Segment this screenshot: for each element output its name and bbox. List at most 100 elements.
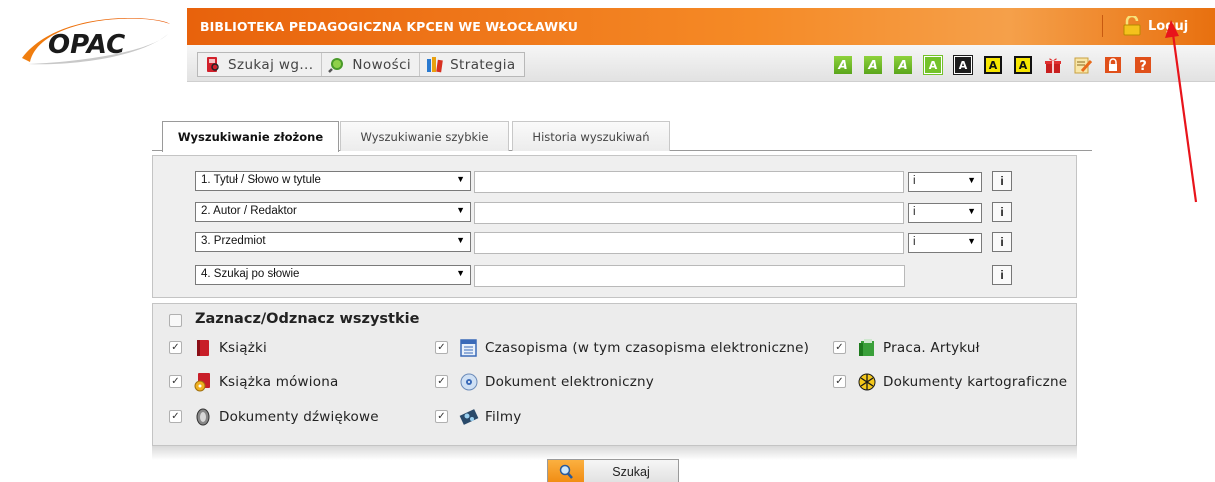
doctype-audiobook: ✓ Książka mówiona bbox=[169, 371, 338, 393]
field-select-value: 2. Autor / Redaktor bbox=[201, 205, 297, 217]
toggle-all-label: Zaznacz/Odznacz wszystkie bbox=[195, 311, 420, 327]
svg-text:?: ? bbox=[1139, 59, 1147, 74]
criteria-text-input[interactable] bbox=[474, 202, 904, 224]
menu-item-new-arrivals[interactable]: Nowości bbox=[322, 53, 421, 76]
contrast-black-yellow-button[interactable]: A bbox=[984, 56, 1002, 74]
criteria-text-input[interactable] bbox=[474, 232, 904, 254]
doctype-books: ✓ Książki bbox=[169, 337, 267, 359]
books-stack-icon bbox=[427, 57, 443, 73]
info-button[interactable]: i bbox=[992, 232, 1012, 252]
field-select-value: 4. Szukaj po słowie bbox=[201, 268, 300, 280]
doctype-checkbox[interactable]: ✓ bbox=[435, 375, 448, 388]
field-select[interactable]: 1. Tytuł / Słowo w tytule ▼ bbox=[195, 171, 471, 191]
logo-text: OPAC bbox=[48, 30, 125, 60]
doctype-label: Książki bbox=[219, 340, 267, 356]
criteria-text-input[interactable] bbox=[474, 265, 905, 287]
search-tabs: Wyszukiwanie złożone Wyszukiwanie szybki… bbox=[152, 121, 1092, 152]
criteria-row: 1. Tytuł / Słowo w tytule ▼ i ▼ i bbox=[153, 171, 1076, 193]
contrast-black-white-button[interactable]: A bbox=[953, 55, 973, 75]
criteria-text-input[interactable] bbox=[474, 171, 904, 193]
toolbar: Szukaj wg... Nowości Strategia A A A A A… bbox=[187, 45, 1215, 82]
search-icon bbox=[548, 460, 584, 482]
speaker-icon bbox=[196, 408, 210, 426]
operator-select-value: i bbox=[913, 175, 916, 187]
operator-select[interactable]: i ▼ bbox=[908, 172, 982, 192]
menu-item-search-by[interactable]: Szukaj wg... bbox=[198, 53, 323, 76]
book-red-icon bbox=[197, 340, 209, 356]
menu-item-label: Nowości bbox=[352, 56, 412, 73]
annotation-arrow-icon bbox=[1165, 20, 1198, 203]
gift-icon[interactable] bbox=[1044, 56, 1062, 74]
operator-select-value: i bbox=[913, 236, 916, 248]
search-button[interactable]: Szukaj bbox=[547, 459, 679, 482]
lock-icon[interactable] bbox=[1104, 56, 1122, 74]
dropdown-arrow-icon: ▼ bbox=[456, 205, 465, 215]
opac-logo-graphic: OPAC bbox=[22, 18, 170, 65]
field-select-value: 1. Tytuł / Słowo w tytule bbox=[201, 174, 321, 186]
doctype-checkbox[interactable]: ✓ bbox=[833, 341, 846, 354]
dropdown-arrow-icon: ▼ bbox=[967, 175, 976, 185]
field-select[interactable]: 2. Autor / Redaktor ▼ bbox=[195, 202, 471, 222]
help-icon[interactable]: ? bbox=[1134, 56, 1152, 74]
font-size-small-button[interactable]: A bbox=[834, 56, 852, 74]
contrast-default-button[interactable]: A bbox=[923, 55, 943, 75]
criteria-row: 2. Autor / Redaktor ▼ i ▼ i bbox=[153, 202, 1076, 224]
doctype-checkbox[interactable]: ✓ bbox=[833, 375, 846, 388]
doctype-cartographic: ✓ Dokumenty kartograficzne bbox=[833, 371, 1067, 393]
operator-select-value: i bbox=[913, 206, 916, 218]
doctype-label: Czasopisma (w tym czasopisma elektronicz… bbox=[485, 340, 810, 356]
login-separator bbox=[1102, 15, 1103, 37]
book-search-icon bbox=[207, 57, 219, 72]
doctype-label: Dokumenty kartograficzne bbox=[883, 374, 1068, 390]
tab-search-history[interactable]: Historia wyszukiwań bbox=[512, 121, 670, 151]
info-button[interactable]: i bbox=[992, 171, 1012, 191]
menu-item-label: Strategia bbox=[450, 56, 516, 73]
green-binder-icon bbox=[859, 339, 874, 356]
info-button[interactable]: i bbox=[992, 265, 1012, 285]
font-size-large-button[interactable]: A bbox=[894, 56, 912, 74]
doctype-checkbox[interactable]: ✓ bbox=[169, 341, 182, 354]
document-types-panel: Zaznacz/Odznacz wszystkie ✓ Książki ✓ Cz… bbox=[152, 303, 1077, 446]
doctype-electronic: ✓ Dokument elektroniczny bbox=[435, 371, 654, 393]
operator-select[interactable]: i ▼ bbox=[908, 233, 982, 253]
tab-quick-search[interactable]: Wyszukiwanie szybkie bbox=[340, 121, 509, 151]
dropdown-arrow-icon: ▼ bbox=[456, 268, 465, 278]
doctype-label: Praca. Artykuł bbox=[883, 340, 980, 356]
info-button[interactable]: i bbox=[992, 202, 1012, 222]
cd-disc-icon bbox=[460, 373, 478, 391]
header-bar: BIBLIOTEKA PEDAGOGICZNA KPCEN WE WŁOCŁAW… bbox=[187, 8, 1215, 45]
doctype-checkbox[interactable]: ✓ bbox=[169, 410, 182, 423]
contrast-yellow-black-button[interactable]: A bbox=[1014, 56, 1032, 74]
criteria-row: 4. Szukaj po słowie ▼ i bbox=[153, 265, 1076, 287]
audiobook-icon bbox=[194, 373, 210, 392]
operator-select[interactable]: i ▼ bbox=[908, 203, 982, 223]
dropdown-arrow-icon: ▼ bbox=[456, 174, 465, 184]
main-menu: Szukaj wg... Nowości Strategia bbox=[197, 52, 525, 77]
dropdown-arrow-icon: ▼ bbox=[967, 206, 976, 216]
dropdown-arrow-icon: ▼ bbox=[967, 236, 976, 246]
criteria-row: 3. Przedmiot ▼ i ▼ i bbox=[153, 232, 1076, 254]
field-select[interactable]: 3. Przedmiot ▼ bbox=[195, 232, 471, 252]
tab-advanced-search[interactable]: Wyszukiwanie złożone bbox=[162, 121, 339, 152]
field-select[interactable]: 4. Szukaj po słowie ▼ bbox=[195, 265, 471, 285]
doctype-films: ✓ Filmy bbox=[435, 406, 521, 428]
doctype-label: Filmy bbox=[485, 409, 522, 425]
doctype-label: Dokument elektroniczny bbox=[485, 374, 654, 390]
toggle-all-checkbox[interactable] bbox=[169, 314, 182, 327]
padlock-icon bbox=[1123, 16, 1141, 36]
opac-logo[interactable]: OPAC bbox=[0, 0, 187, 82]
dropdown-arrow-icon: ▼ bbox=[456, 235, 465, 245]
accessibility-tools: A A A A A A A ? bbox=[834, 53, 1164, 77]
library-title: BIBLIOTEKA PEDAGOGICZNA KPCEN WE WŁOCŁAW… bbox=[200, 19, 578, 34]
menu-item-strategy[interactable]: Strategia bbox=[420, 53, 523, 76]
doctype-checkbox[interactable]: ✓ bbox=[169, 375, 182, 388]
edit-note-icon[interactable] bbox=[1074, 56, 1092, 74]
font-size-medium-button[interactable]: A bbox=[864, 56, 882, 74]
doctype-label: Dokumenty dźwiękowe bbox=[219, 409, 379, 425]
doctype-checkbox[interactable]: ✓ bbox=[435, 410, 448, 423]
magnifier-icon bbox=[559, 464, 573, 479]
doctype-checkbox[interactable]: ✓ bbox=[435, 341, 448, 354]
film-reel-icon bbox=[459, 409, 479, 425]
magnifier-globe-icon bbox=[328, 58, 344, 73]
field-select-value: 3. Przedmiot bbox=[201, 235, 266, 247]
